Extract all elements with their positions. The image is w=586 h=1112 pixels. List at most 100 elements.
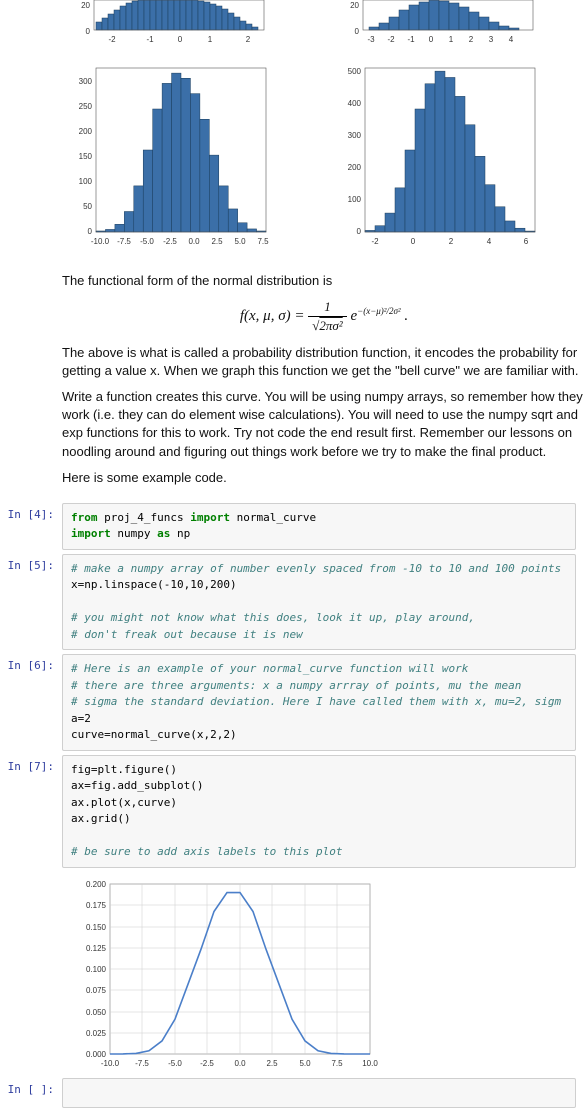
ytick: 200 [79, 127, 93, 136]
notebook: 0 20 [0, 0, 586, 1108]
ytick: 0.125 [86, 944, 107, 953]
code-input-5[interactable]: # make a numpy array of number evenly sp… [62, 554, 576, 651]
ytick: 200 [348, 163, 362, 172]
ytick: 0.150 [86, 923, 107, 932]
code-line: ax=fig.add_subplot() [71, 779, 203, 792]
prompt-in-empty: In [ ]: [0, 1078, 62, 1109]
alias: np [170, 527, 190, 540]
markdown-cell: The functional form of the normal distri… [0, 260, 586, 499]
ytick: 300 [348, 131, 362, 140]
comment: # you might not know what this does, loo… [71, 611, 475, 624]
xtick: 2.5 [211, 237, 223, 246]
normal-curve-plot: 0.000 0.025 0.050 0.075 0.100 0.125 0.15… [62, 874, 382, 1074]
xtick: -1 [407, 35, 415, 44]
comment: # there are three arguments: x a numpy a… [71, 679, 521, 692]
xtick: 2 [246, 35, 251, 44]
output-plot: 0.000 0.025 0.050 0.075 0.100 0.125 0.15… [0, 874, 586, 1074]
ytick: 0.200 [86, 880, 107, 889]
prompt-in-6: In [6]: [0, 654, 62, 751]
code-input-6[interactable]: # Here is an example of your normal_curv… [62, 654, 576, 751]
code-line: curve=normal_curve(x,2,2) [71, 728, 237, 741]
comment: # don't freak out because it is new [71, 628, 303, 641]
code-input-empty[interactable] [62, 1078, 576, 1109]
xtick: -2.5 [200, 1059, 214, 1068]
prompt-in-4: In [4]: [0, 503, 62, 550]
xtick: -1 [146, 35, 154, 44]
xtick: 0 [429, 35, 434, 44]
xtick: -10.0 [101, 1059, 120, 1068]
ytick: 20 [350, 1, 359, 10]
xtick: -10.0 [91, 237, 110, 246]
histogram-top-right: 0 20 [331, 0, 586, 56]
ytick: 500 [348, 67, 362, 76]
ytick: 300 [79, 77, 93, 86]
xtick: 4 [487, 237, 492, 246]
comment: # make a numpy array of number evenly sp… [71, 562, 561, 575]
code-line: ax.grid() [71, 812, 131, 825]
xtick: -7.5 [135, 1059, 149, 1068]
code-cell-6: In [6]: # Here is an example of your nor… [0, 654, 586, 751]
xtick: 1 [208, 35, 213, 44]
xtick: 6 [524, 237, 529, 246]
ytick: 100 [79, 177, 93, 186]
code-cell-4: In [4]: from proj_4_funcs import normal_… [0, 503, 586, 550]
formula-den: 2πσ² [319, 318, 342, 333]
xtick: 7.5 [331, 1059, 343, 1068]
xtick: 5.0 [234, 237, 246, 246]
xtick: 10.0 [362, 1059, 378, 1068]
xtick: -7.5 [117, 237, 131, 246]
prompt-in-7: In [7]: [0, 755, 62, 868]
formula: f(x, μ, σ) = 1 √2πσ² e−(x−μ)²/2σ² . [62, 298, 586, 335]
xtick: 0.0 [234, 1059, 246, 1068]
ytick: 100 [348, 195, 362, 204]
code-cell-5: In [5]: # make a numpy array of number e… [0, 554, 586, 651]
ytick: 400 [348, 99, 362, 108]
xtick: 1 [449, 35, 454, 44]
xtick: 0 [411, 237, 416, 246]
xtick: -2 [387, 35, 395, 44]
code-input-4[interactable]: from proj_4_funcs import normal_curve im… [62, 503, 576, 550]
markdown-p2: The above is what is called a probabilit… [62, 344, 586, 380]
ytick: 150 [79, 152, 93, 161]
xtick: -2 [371, 237, 379, 246]
xtick: 7.5 [257, 237, 269, 246]
code-cell-7: In [7]: fig=plt.figure() ax=fig.add_subp… [0, 755, 586, 868]
ytick: 250 [79, 102, 93, 111]
code-line: fig=plt.figure() [71, 763, 177, 776]
xtick: 5.0 [299, 1059, 311, 1068]
code-line: x=np.linspace(-10,10,200) [71, 578, 237, 591]
mod-name: proj_4_funcs [98, 511, 191, 524]
kw-import: import [190, 511, 230, 524]
ytick: 0.025 [86, 1029, 107, 1038]
formula-exp: −(x−μ)²/2σ² [357, 306, 401, 316]
comment: # sigma the standard deviation. Here I h… [71, 695, 561, 708]
ytick: 20 [81, 1, 90, 10]
xtick: 0 [178, 35, 183, 44]
formula-lhs: f(x, μ, σ) = [240, 308, 308, 324]
formula-num: 1 [308, 298, 346, 317]
ytick: 0.050 [86, 1008, 107, 1017]
ytick: 0 [88, 227, 93, 236]
mod-name: numpy [111, 527, 157, 540]
ytick: 0.000 [86, 1050, 107, 1059]
xtick: 2 [469, 35, 474, 44]
xtick: 2.5 [266, 1059, 278, 1068]
ytick: 0.075 [86, 986, 107, 995]
ytick: 0.175 [86, 901, 107, 910]
histogram-row-top: 0 20 [0, 0, 586, 56]
markdown-p3: Write a function creates this curve. You… [62, 388, 586, 461]
xtick: -5.0 [168, 1059, 182, 1068]
histogram-top-left: 0 20 [62, 0, 317, 56]
xtick: 2 [449, 237, 454, 246]
code-input-7[interactable]: fig=plt.figure() ax=fig.add_subplot() ax… [62, 755, 576, 868]
histogram-bot-left: 0 50 100 150 200 250 300 -10.0 -7.5 -5.0… [62, 56, 317, 256]
prompt-in-5: In [5]: [0, 554, 62, 651]
xtick: -5.0 [140, 237, 154, 246]
xtick: 0.0 [188, 237, 200, 246]
code-line: ax.plot(x,curve) [71, 796, 177, 809]
comment: # Here is an example of your normal_curv… [71, 662, 468, 675]
kw-import: import [71, 527, 111, 540]
code-line: a=2 [71, 712, 91, 725]
histogram-row-bottom: 0 50 100 150 200 250 300 -10.0 -7.5 -5.0… [0, 56, 586, 256]
ytick: 0.100 [86, 965, 107, 974]
